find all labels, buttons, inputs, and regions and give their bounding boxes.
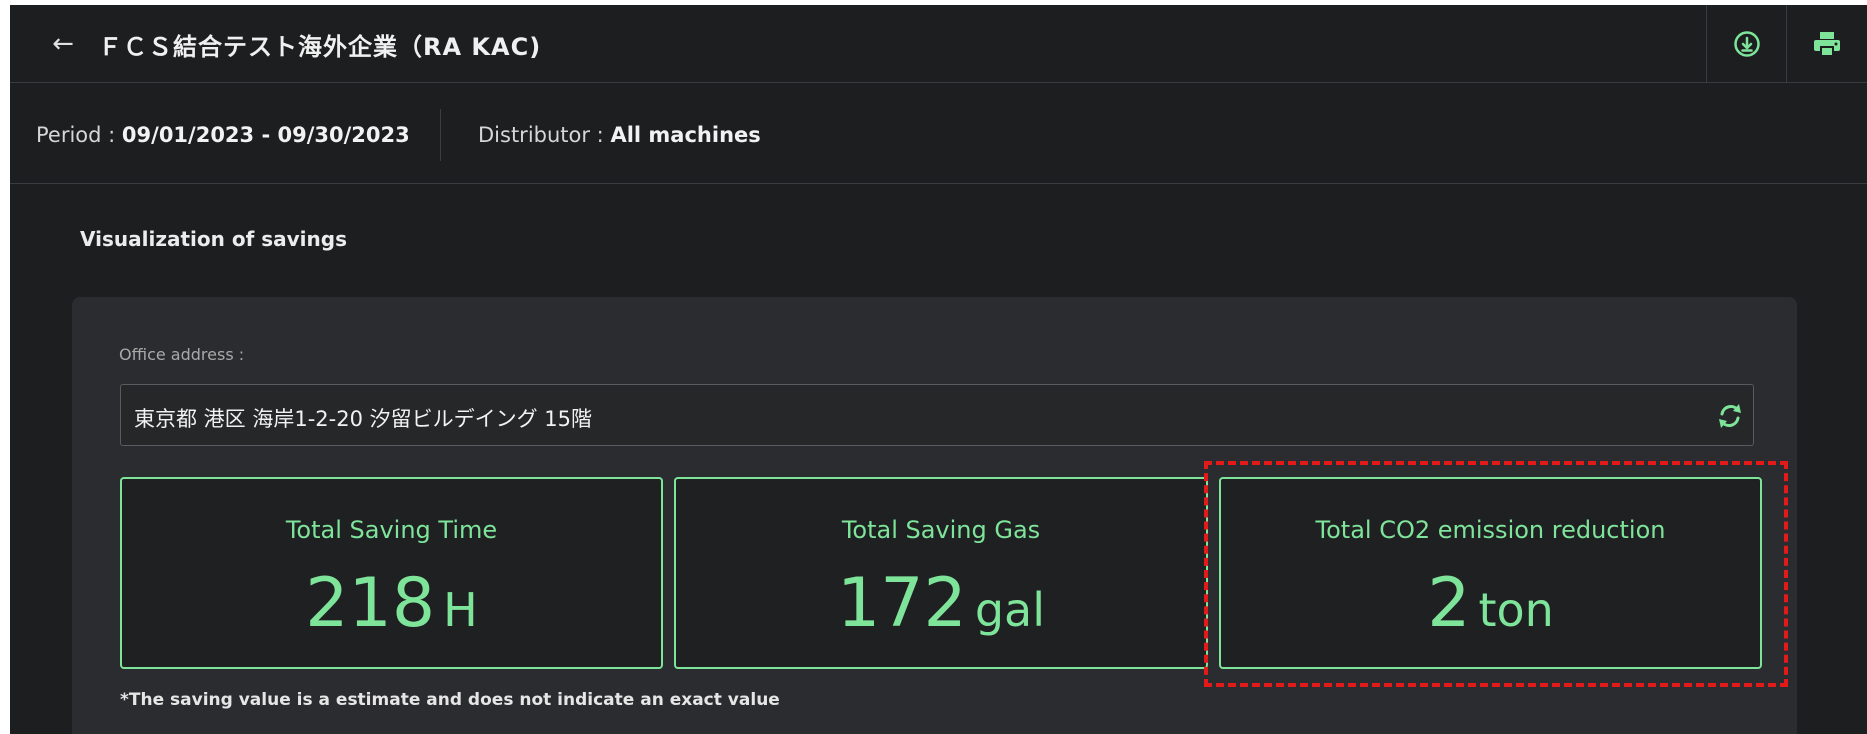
- header-bar: ← ＦＣＳ結合テスト海外企業（RA KAC): [10, 5, 1867, 83]
- refresh-icon: [1719, 404, 1741, 428]
- disclaimer-note: *The saving value is a estimate and does…: [120, 690, 780, 710]
- period-label: Period :: [36, 123, 116, 147]
- print-button[interactable]: [1786, 5, 1867, 83]
- card-value: 172 gal: [676, 564, 1206, 643]
- refresh-button[interactable]: [1712, 398, 1748, 434]
- app-window: ← ＦＣＳ結合テスト海外企業（RA KAC) Period: 09/01/20…: [10, 5, 1867, 734]
- header-actions: [1706, 5, 1867, 83]
- filter-bar: Period : 09/01/2023 - 09/30/2023 Distrib…: [10, 83, 1867, 184]
- filter-divider: [440, 109, 441, 161]
- arrow-left-icon: ←: [52, 29, 74, 59]
- card-title: Total Saving Gas: [841, 516, 1041, 544]
- card-value: 218 H: [122, 564, 661, 643]
- card-value-unit: H: [443, 583, 478, 637]
- card-value-number: 172: [837, 564, 967, 643]
- highlight-box: [1204, 461, 1788, 687]
- distributor-value: All machines: [610, 123, 761, 147]
- download-circle-icon: [1733, 31, 1760, 57]
- section-title: Visualization of savings: [80, 227, 347, 251]
- back-button[interactable]: ←: [46, 27, 80, 61]
- period-filter: Period : 09/01/2023 - 09/30/2023: [36, 123, 410, 147]
- saving-gas-card: Total Saving Gas 172 gal: [674, 477, 1208, 669]
- card-value-number: 218: [305, 564, 436, 643]
- office-address-label: Office address :: [119, 345, 245, 364]
- download-button[interactable]: [1706, 5, 1786, 83]
- period-value: 09/01/2023 - 09/30/2023: [121, 123, 410, 147]
- printer-icon: [1814, 32, 1840, 56]
- card-title: Total Saving Time: [285, 516, 498, 544]
- distributor-label: Distributor :: [478, 123, 604, 147]
- saving-time-card: Total Saving Time 218 H: [120, 477, 663, 669]
- card-value-unit: gal: [974, 583, 1045, 637]
- distributor-filter: Distributor : All machines: [478, 123, 761, 147]
- office-address-value: 東京都 港区 海岸1-2-20 汐留ビルデイング 15階: [134, 407, 593, 431]
- page-title: ＦＣＳ結合テスト海外企業（RA KAC): [98, 33, 542, 61]
